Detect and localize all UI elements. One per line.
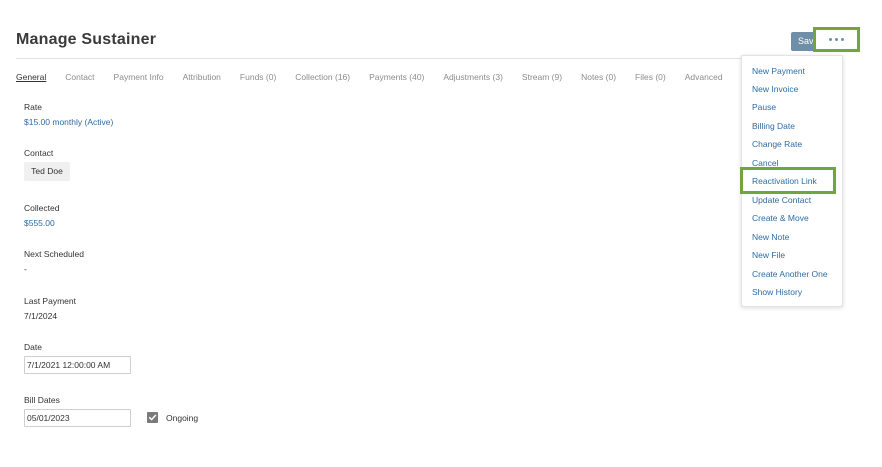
date-input[interactable]: 7/1/2021 12:00:00 AM — [24, 356, 131, 374]
ongoing-checkbox[interactable] — [147, 412, 158, 423]
tab-contact[interactable]: Contact — [65, 72, 94, 82]
check-icon — [148, 414, 157, 421]
tab-bar: General Contact Payment Info Attribution… — [16, 72, 742, 82]
menu-item-create-another-one[interactable]: Create Another One — [752, 269, 828, 279]
contact-label: Contact — [24, 148, 54, 158]
rate-value-link[interactable]: $15.00 monthly (Active) — [24, 117, 113, 127]
tab-general[interactable]: General — [16, 72, 46, 82]
menu-item-billing-date[interactable]: Billing Date — [752, 121, 795, 131]
reactivation-link-highlight — [740, 167, 836, 194]
tab-stream[interactable]: Stream (9) — [522, 72, 562, 82]
tab-advanced[interactable]: Advanced — [685, 72, 723, 82]
next-scheduled-label: Next Scheduled — [24, 249, 85, 259]
tab-payments[interactable]: Payments (40) — [369, 72, 424, 82]
date-label: Date — [24, 342, 42, 352]
tab-collection[interactable]: Collection (16) — [295, 72, 350, 82]
tab-files[interactable]: Files (0) — [635, 72, 666, 82]
menu-item-new-note[interactable]: New Note — [752, 232, 789, 242]
header-divider — [16, 58, 843, 59]
rate-label: Rate — [24, 102, 42, 112]
more-actions-button[interactable] — [813, 27, 860, 52]
menu-item-create-move[interactable]: Create & Move — [752, 213, 809, 223]
last-payment-label: Last Payment — [24, 296, 76, 306]
menu-item-pause[interactable]: Pause — [752, 102, 776, 112]
menu-item-show-history[interactable]: Show History — [752, 287, 802, 297]
menu-item-new-file[interactable]: New File — [752, 250, 785, 260]
contact-chip[interactable]: Ted Doe — [24, 162, 70, 181]
menu-item-new-invoice[interactable]: New Invoice — [752, 84, 798, 94]
more-dots-icon — [829, 38, 832, 41]
menu-item-update-contact[interactable]: Update Contact — [752, 195, 811, 205]
collected-value-link[interactable]: $555.00 — [24, 218, 55, 228]
page-title: Manage Sustainer — [16, 31, 157, 48]
bill-dates-input[interactable]: 05/01/2023 — [24, 409, 131, 427]
bill-dates-label: Bill Dates — [24, 395, 60, 405]
tab-payment-info[interactable]: Payment Info — [114, 72, 164, 82]
ongoing-label: Ongoing — [166, 413, 199, 423]
last-payment-value: 7/1/2024 — [24, 311, 58, 321]
tab-funds[interactable]: Funds (0) — [240, 72, 276, 82]
collected-label: Collected — [24, 203, 60, 213]
tab-adjustments[interactable]: Adjustments (3) — [443, 72, 503, 82]
menu-item-new-payment[interactable]: New Payment — [752, 66, 805, 76]
tab-notes[interactable]: Notes (0) — [581, 72, 616, 82]
next-scheduled-value: - — [24, 264, 27, 274]
menu-item-change-rate[interactable]: Change Rate — [752, 139, 802, 149]
tab-attribution[interactable]: Attribution — [183, 72, 221, 82]
